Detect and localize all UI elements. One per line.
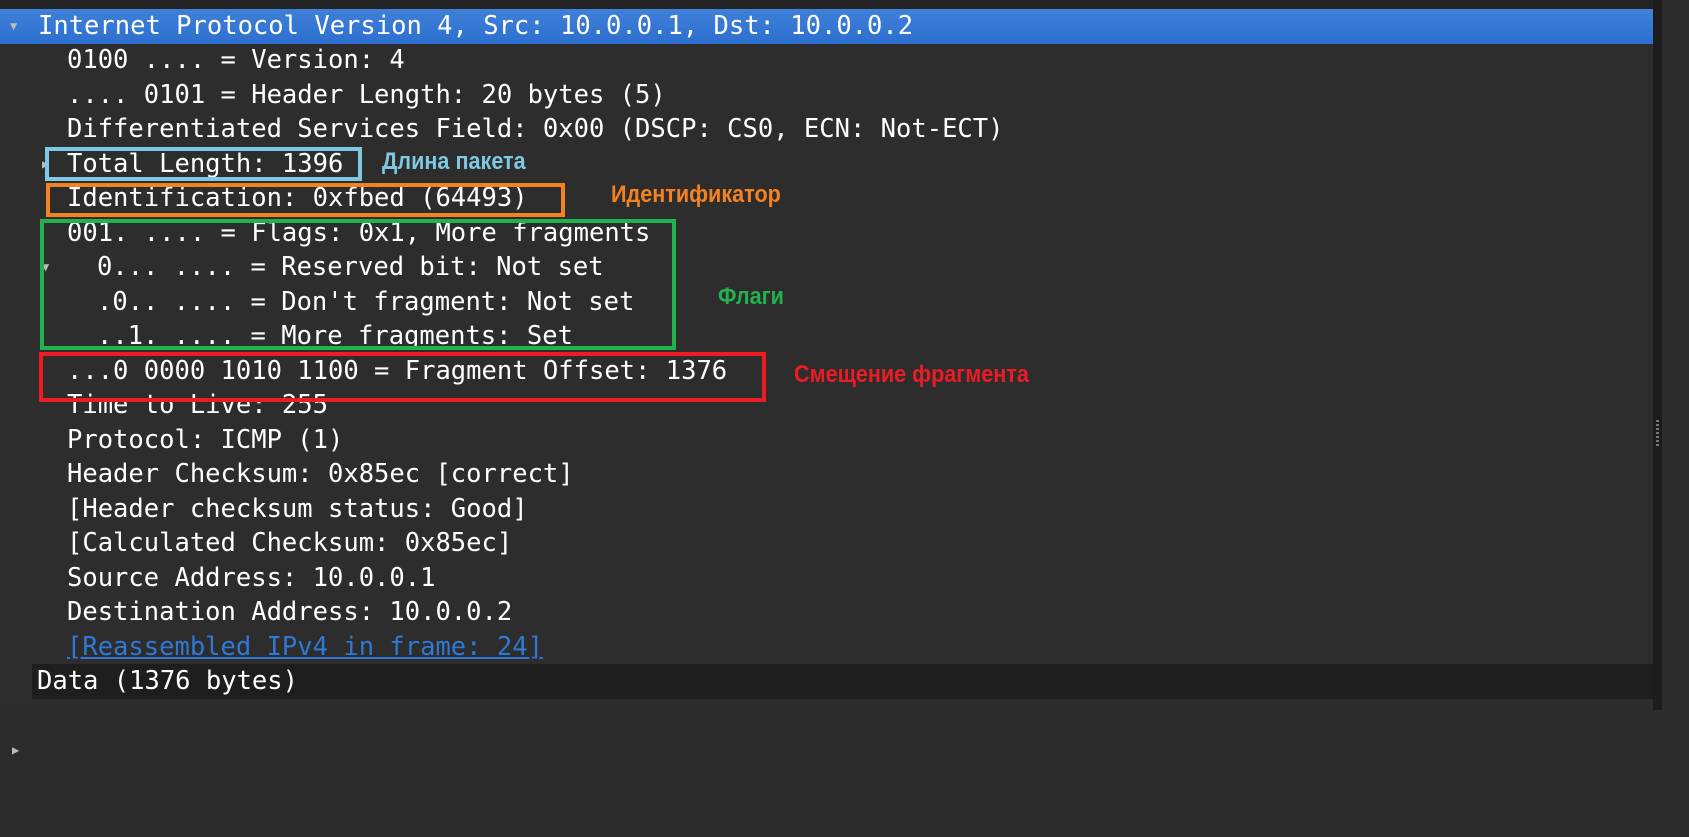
packet-details-pane: ▼ Internet Protocol Version 4, Src: 10.0… xyxy=(0,0,1653,757)
field-text: Destination Address: 10.0.0.2 xyxy=(67,597,513,627)
annotation-label-fragment-offset: Смещение фрагмента xyxy=(794,361,1029,388)
annotation-label-identification: Идентификатор xyxy=(611,181,781,208)
tree-row-dsfield[interactable]: ▶ Differentiated Services Field: 0x00 (D… xyxy=(0,112,1653,171)
field-text: Data (1376 bytes) xyxy=(37,666,298,696)
field-text: Source Address: 10.0.0.1 xyxy=(67,562,436,593)
tree-row-version[interactable]: 0100 .... = Version: 4 xyxy=(0,43,1653,78)
tree-row-protocol[interactable]: Protocol: ICMP (1) xyxy=(0,423,1653,458)
tree-row-calculated-checksum[interactable]: [Calculated Checksum: 0x85ec] xyxy=(0,526,1653,561)
tree-row-ethernet-partial[interactable] xyxy=(0,0,1653,9)
annotation-box-fragment-offset xyxy=(39,352,766,402)
expanded-arrow-icon[interactable]: ▼ xyxy=(10,9,17,44)
tree-row-source-address[interactable]: Source Address: 10.0.0.1 xyxy=(0,561,1653,596)
annotation-box-identification xyxy=(46,183,565,217)
tree-row-header-length[interactable]: .... 0101 = Header Length: 20 bytes (5) xyxy=(0,78,1653,113)
annotation-box-total-length xyxy=(45,147,362,181)
field-text: [Calculated Checksum: 0x85ec] xyxy=(67,528,513,558)
annotation-label-flags: Флаги xyxy=(718,283,784,310)
pane-splitter[interactable] xyxy=(1653,0,1662,710)
field-text: .... 0101 = Header Length: 20 bytes (5) xyxy=(67,79,666,110)
tree-row-header-checksum[interactable]: Header Checksum: 0x85ec [correct] xyxy=(0,457,1653,492)
reassembled-frame-link[interactable]: [Reassembled IPv4 in frame: 24] xyxy=(67,630,543,665)
collapsed-arrow-icon[interactable]: ▶ xyxy=(12,733,19,768)
tree-row-reassembled-link[interactable]: [Reassembled IPv4 in frame: 24] xyxy=(0,630,1653,665)
field-text: [Header checksum status: Good] xyxy=(67,493,528,524)
tree-row-checksum-status[interactable]: [Header checksum status: Good] xyxy=(0,492,1653,527)
field-text: Header Checksum: 0x85ec [correct] xyxy=(67,459,574,489)
annotation-label-total-length: Длина пакета xyxy=(382,148,526,175)
side-pane xyxy=(1662,0,1689,710)
splitter-grip-icon[interactable] xyxy=(1656,420,1659,446)
annotation-box-flags xyxy=(40,219,676,350)
field-text: Protocol: ICMP (1) xyxy=(67,424,344,455)
tree-row-ipv4[interactable]: ▼ Internet Protocol Version 4, Src: 10.0… xyxy=(0,9,1653,44)
tree-row-label: Internet Protocol Version 4, Src: 10.0.0… xyxy=(38,11,914,41)
field-text: 0100 .... = Version: 4 xyxy=(67,45,405,75)
tree-row-destination-address[interactable]: Destination Address: 10.0.0.2 xyxy=(0,595,1653,630)
field-text: Differentiated Services Field: 0x00 (DSC… xyxy=(67,114,1004,144)
tree-row-data[interactable]: ▶ Data (1376 bytes) xyxy=(0,664,1653,757)
